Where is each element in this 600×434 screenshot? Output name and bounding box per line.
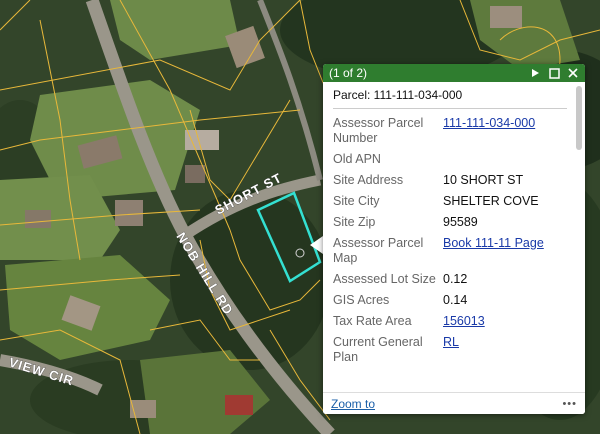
maximize-icon[interactable]	[548, 67, 560, 79]
attribute-row: Site Address 10 SHORT ST	[333, 170, 544, 191]
popup-pointer	[310, 236, 323, 254]
attribute-value: 10 SHORT ST	[443, 173, 524, 187]
attribute-value: SHELTER COVE	[443, 194, 539, 208]
attribute-value-cell: RL	[443, 332, 544, 368]
play-icon[interactable]	[529, 67, 541, 79]
attribute-label: Assessor Parcel Number	[333, 116, 424, 145]
attribute-row: Assessor Parcel Number 111-111-034-000	[333, 113, 544, 149]
attribute-row: Site Zip 95589	[333, 212, 544, 233]
attribute-label: Site Address	[333, 173, 404, 187]
parcel-heading: Parcel: 111-111-034-000	[333, 88, 567, 109]
zoom-to-link[interactable]: Zoom to	[331, 397, 562, 411]
attribute-row: Assessor Parcel Map Book 111-11 Page	[333, 233, 544, 269]
attribute-value: 95589	[443, 215, 478, 229]
attribute-label: Old APN	[333, 152, 381, 166]
popup-header: (1 of 2)	[323, 64, 585, 82]
attribute-row: Site City SHELTER COVE	[333, 191, 544, 212]
attribute-row: Assessed Lot Size 0.12	[333, 269, 544, 290]
attribute-value-cell: 10 SHORT ST	[443, 170, 544, 191]
attribute-row: GIS Acres 0.14	[333, 290, 544, 311]
attribute-value: 0.14	[443, 293, 468, 307]
attribute-label: Site Zip	[333, 215, 376, 229]
attribute-value-cell: 0.12	[443, 269, 544, 290]
attribute-row: Tax Rate Area 156013	[333, 311, 544, 332]
attribute-value-cell	[443, 149, 544, 170]
attribute-value-cell: SHELTER COVE	[443, 191, 544, 212]
attribute-label: Site City	[333, 194, 380, 208]
popup-scrollbar[interactable]	[575, 86, 583, 390]
scrollbar-thumb[interactable]	[576, 86, 582, 150]
attribute-row: Current General Plan RL	[333, 332, 544, 368]
attribute-table: Assessor Parcel Number 111-111-034-000 Old…	[333, 113, 544, 368]
attribute-value-link[interactable]: Book 111-11 Page	[443, 236, 544, 250]
info-popup: (1 of 2) Parcel: 111-111-034-000 Assesso…	[323, 64, 585, 414]
popup-counter: (1 of 2)	[329, 66, 368, 80]
attribute-value-cell: Book 111-11 Page	[443, 233, 544, 269]
popup-body[interactable]: Parcel: 111-111-034-000 Assessor Parcel …	[323, 82, 571, 392]
attribute-label: Assessor Parcel Map	[333, 236, 424, 265]
attribute-value-cell: 95589	[443, 212, 544, 233]
attribute-value-cell: 111-111-034-000	[443, 113, 544, 149]
attribute-label: Assessed Lot Size	[333, 272, 436, 286]
attribute-value-link[interactable]: 156013	[443, 314, 485, 328]
attribute-value-cell: 0.14	[443, 290, 544, 311]
attribute-value-link[interactable]: RL	[443, 335, 459, 349]
more-options-icon[interactable]: •••	[562, 398, 577, 410]
attribute-row: Old APN	[333, 149, 544, 170]
attribute-label: Tax Rate Area	[333, 314, 412, 328]
close-icon[interactable]	[567, 67, 579, 79]
attribute-value-link[interactable]: 111-111-034-000	[443, 116, 535, 130]
attribute-value-cell: 156013	[443, 311, 544, 332]
attribute-label: GIS Acres	[333, 293, 390, 307]
attribute-label: Current General Plan	[333, 335, 423, 364]
attribute-value: 0.12	[443, 272, 468, 286]
popup-footer: Zoom to •••	[323, 392, 585, 414]
